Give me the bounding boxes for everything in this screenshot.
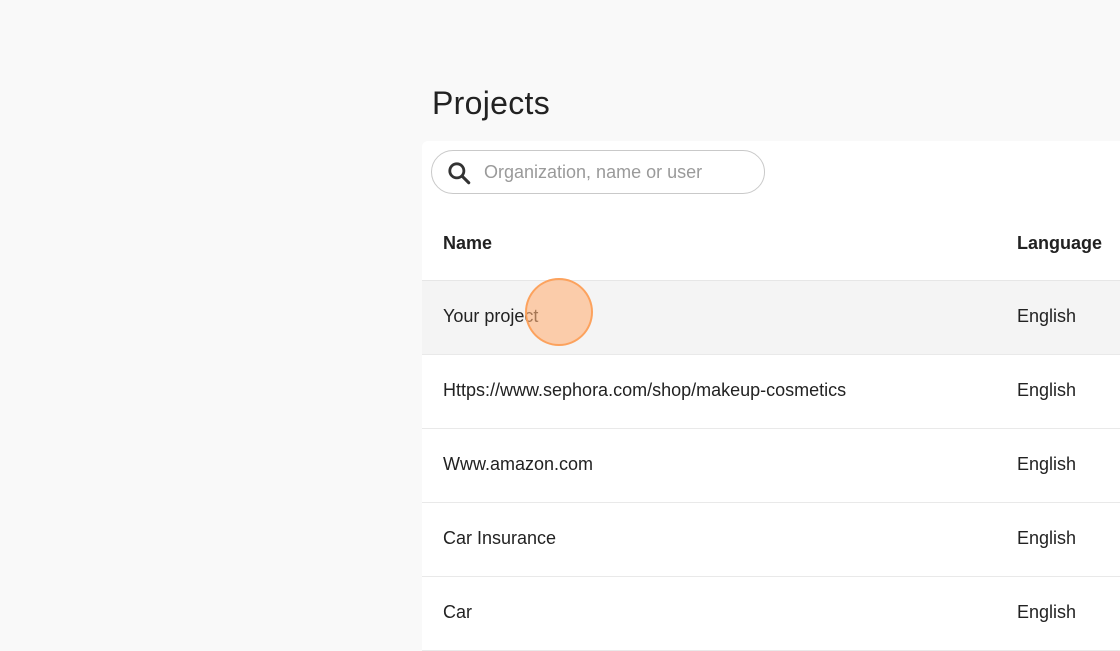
project-name[interactable]: Car — [443, 602, 472, 623]
project-language: English — [1017, 602, 1077, 622]
project-name[interactable]: Www.amazon.com — [443, 454, 593, 475]
search-input[interactable] — [484, 157, 754, 187]
column-header-language[interactable]: Language — [1017, 233, 1102, 254]
project-language: English — [1017, 454, 1077, 474]
page-title: Projects — [432, 85, 550, 121]
column-header-name[interactable]: Name — [443, 233, 492, 254]
table-row[interactable]: Www.amazon.com English — [422, 429, 1120, 503]
table-row[interactable]: Https://www.sephora.com/shop/makeup-cosm… — [422, 355, 1120, 429]
table-row[interactable]: Car English — [422, 577, 1120, 651]
project-language: English — [1017, 380, 1077, 400]
table-row[interactable]: Your project English — [422, 281, 1120, 355]
table-header: Name Language — [422, 206, 1120, 281]
project-language: English — [1017, 306, 1077, 326]
projects-panel: Name Language Your project English Https… — [422, 141, 1120, 651]
project-name[interactable]: Car Insurance — [443, 528, 556, 549]
search-field[interactable] — [431, 150, 765, 194]
project-language: English — [1017, 528, 1077, 548]
project-name[interactable]: Https://www.sephora.com/shop/makeup-cosm… — [443, 380, 846, 401]
table-body: Your project English Https://www.sephora… — [422, 281, 1120, 651]
search-icon — [448, 162, 471, 185]
project-name[interactable]: Your project — [443, 306, 538, 327]
table-row[interactable]: Car Insurance English — [422, 503, 1120, 577]
